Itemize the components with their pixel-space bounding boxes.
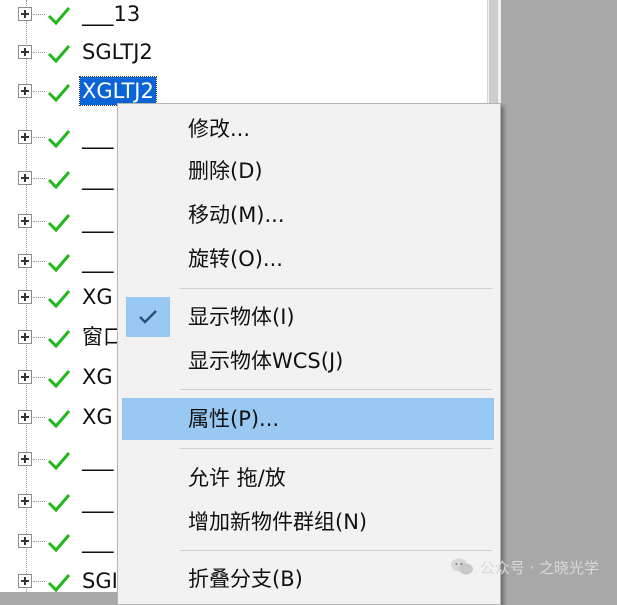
menu-item-properties[interactable]: 属性(P)...	[122, 398, 494, 440]
tree-connector	[33, 221, 45, 222]
tree-item-label: ___13	[82, 2, 141, 26]
tree-item-label: ___	[82, 249, 114, 273]
menu-item-allow-drag-drop[interactable]: 允许 拖/放	[122, 458, 494, 498]
tree-item-label: ___	[82, 166, 114, 190]
checkmark-icon	[126, 297, 170, 337]
tree-item-label: ___	[82, 209, 114, 233]
tree-item-label: SGI	[82, 569, 118, 592]
expand-icon[interactable]	[18, 494, 32, 508]
tree-item-label: XG	[82, 285, 113, 309]
expand-icon[interactable]	[18, 214, 32, 228]
menu-item-label: 修改...	[188, 117, 251, 141]
checkmark-icon[interactable]	[46, 570, 72, 592]
menu-item-show-object-wcs[interactable]: 显示物体WCS(J)	[122, 341, 494, 381]
checkmark-icon[interactable]	[46, 167, 72, 193]
menu-separator	[180, 288, 492, 289]
expand-icon[interactable]	[18, 410, 32, 424]
tree-connector	[33, 417, 45, 418]
tree-connector	[33, 581, 45, 582]
tree-connector	[33, 91, 45, 92]
menu-item-label: 显示物体WCS(J)	[188, 349, 344, 373]
tree-item-label: ___	[82, 489, 114, 513]
tree-connector	[33, 178, 45, 179]
menu-separator	[180, 550, 492, 551]
menu-item-delete[interactable]: 删除(D)	[122, 151, 494, 191]
tree-item-label: XG	[82, 365, 113, 389]
menu-item-collapse-branch[interactable]: 折叠分支(B)	[122, 559, 494, 599]
tree-connector	[33, 501, 45, 502]
menu-separator	[180, 448, 492, 449]
tree-connector	[33, 541, 45, 542]
tree-item[interactable]: SGLTJ2	[0, 33, 487, 73]
tree-connector	[33, 137, 45, 138]
menu-item-label: 属性(P)...	[188, 407, 280, 431]
tree-connector	[33, 377, 45, 378]
checkmark-icon[interactable]	[46, 286, 72, 312]
menu-item-modify[interactable]: 修改...	[122, 109, 494, 149]
menu-item-rotate[interactable]: 旋转(O)...	[122, 239, 494, 279]
expand-icon[interactable]	[18, 370, 32, 384]
checkmark-icon[interactable]	[46, 126, 72, 152]
checkmark-icon[interactable]	[46, 250, 72, 276]
tree-connector	[33, 337, 45, 338]
checkmark-icon[interactable]	[46, 406, 72, 432]
menu-item-move[interactable]: 移动(M)...	[122, 195, 494, 235]
expand-icon[interactable]	[18, 130, 32, 144]
tree-item-label: XGLTJ2	[79, 76, 157, 106]
checkmark-icon[interactable]	[46, 210, 72, 236]
checkmark-icon[interactable]	[46, 490, 72, 516]
expand-icon[interactable]	[18, 534, 32, 548]
wechat-icon	[450, 558, 473, 575]
menu-item-label: 允许 拖/放	[188, 466, 286, 490]
menu-item-label: 折叠分支(B)	[188, 567, 303, 591]
expand-icon[interactable]	[18, 254, 32, 268]
tree-item-label: SGLTJ2	[82, 40, 153, 64]
tree-item-label: ___	[82, 125, 114, 149]
context-menu: 修改... 删除(D) 移动(M)... 旋转(O)... 显示物体(I) 显示…	[117, 103, 501, 605]
checkmark-icon[interactable]	[46, 530, 72, 556]
tree-connector	[33, 261, 45, 262]
tree-item-label: ___	[82, 529, 114, 553]
menu-item-label: 移动(M)...	[188, 203, 285, 227]
expand-icon[interactable]	[18, 45, 32, 59]
expand-icon[interactable]	[18, 171, 32, 185]
expand-icon[interactable]	[18, 452, 32, 466]
menu-item-label: 删除(D)	[188, 159, 263, 183]
menu-item-label: 显示物体(I)	[188, 305, 295, 329]
menu-item-show-object[interactable]: 显示物体(I)	[122, 297, 494, 337]
expand-icon[interactable]	[18, 84, 32, 98]
menu-item-label: 旋转(O)...	[188, 247, 283, 271]
checkmark-icon[interactable]	[46, 3, 72, 29]
checkmark-icon[interactable]	[46, 366, 72, 392]
menu-item-label: 增加新物件群组(N)	[188, 510, 368, 534]
menu-separator	[180, 389, 492, 390]
checkmark-icon[interactable]	[46, 448, 72, 474]
expand-icon[interactable]	[18, 330, 32, 344]
watermark-text: 公众号 · 之晓光学	[479, 558, 599, 577]
menu-item-add-object-group[interactable]: 增加新物件群组(N)	[122, 502, 494, 542]
tree-item[interactable]: ___13	[0, 0, 487, 35]
tree-connector	[33, 297, 45, 298]
checkmark-icon[interactable]	[46, 326, 72, 352]
expand-icon[interactable]	[18, 574, 32, 588]
tree-connector	[33, 14, 45, 15]
checkmark-icon[interactable]	[46, 41, 72, 67]
tree-connector	[33, 52, 45, 53]
expand-icon[interactable]	[18, 290, 32, 304]
tree-item-label: XG	[82, 405, 113, 429]
tree-item-label: ___	[82, 447, 114, 471]
expand-icon[interactable]	[18, 7, 32, 21]
checkmark-icon[interactable]	[46, 80, 72, 106]
tree-connector	[33, 459, 45, 460]
watermark: 公众号 · 之晓光学	[450, 555, 599, 579]
